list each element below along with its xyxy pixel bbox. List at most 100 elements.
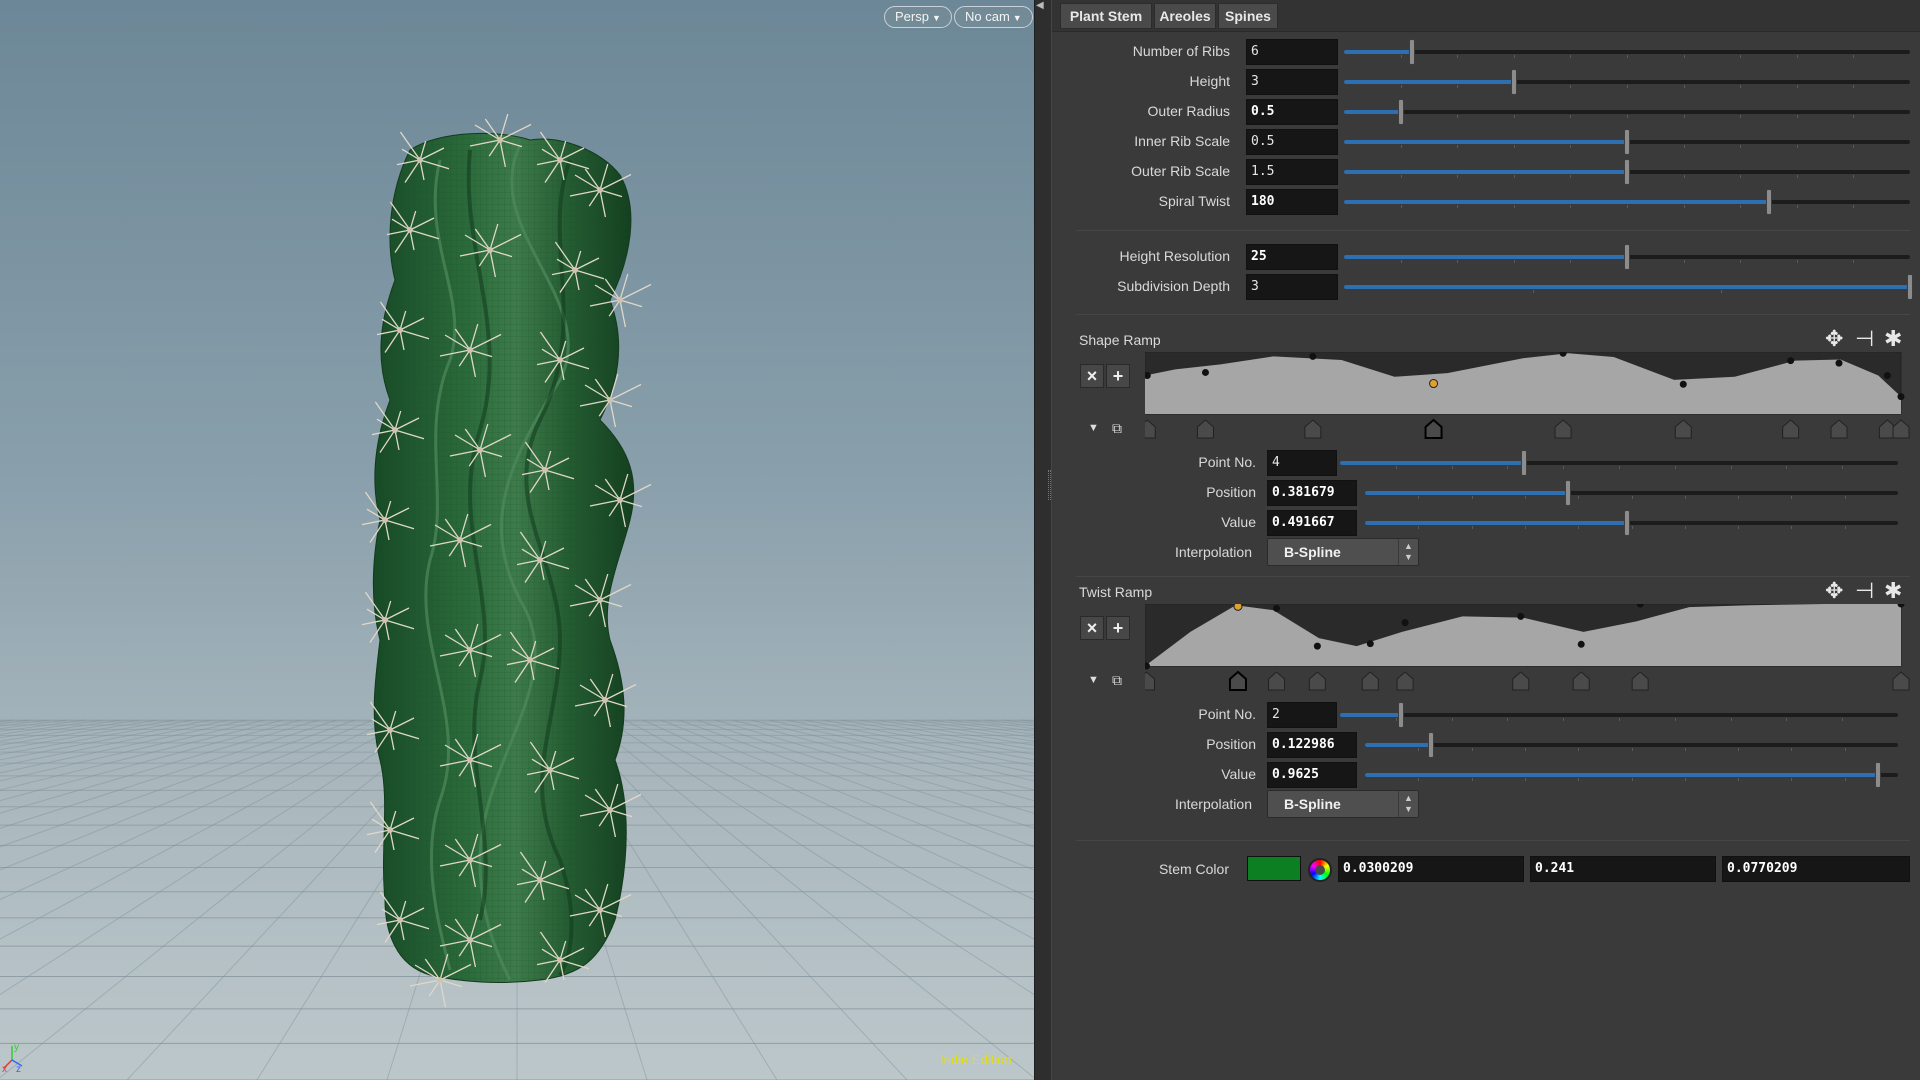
scene-viewport[interactable]: Persp ▼ No cam ▼ Indie Edition x y z (0, 0, 1034, 1080)
twist-ramp-control-point[interactable] (1233, 604, 1243, 611)
number-of-ribs-slider[interactable] (1344, 39, 1910, 65)
shape-ramp-key-marker[interactable] (1554, 419, 1572, 439)
outer-rib-scale-handle[interactable] (1624, 159, 1630, 185)
stem-color-b-field[interactable]: 0.0770209 (1722, 856, 1910, 882)
ramp-settings-icon[interactable]: ✱ (1884, 328, 1902, 350)
tab-spines[interactable]: Spines (1218, 3, 1278, 29)
twist-ramp-key-marker[interactable] (1572, 671, 1590, 691)
move-point-icon[interactable]: ✥ (1825, 580, 1843, 602)
subdivision-depth-handle[interactable] (1907, 274, 1913, 300)
twist-ramp-position-slider[interactable] (1365, 732, 1898, 758)
twist-ramp-control-point[interactable] (1366, 640, 1374, 648)
collapse-arrow-icon[interactable]: ◀ (1036, 0, 1048, 12)
height-resolution-slider[interactable] (1344, 244, 1910, 270)
twist-ramp-control-point[interactable] (1313, 642, 1321, 650)
outer-radius-handle[interactable] (1397, 99, 1404, 125)
twist-ramp-key-marker[interactable] (1892, 671, 1910, 691)
move-point-icon[interactable]: ✥ (1825, 328, 1843, 350)
height-handle[interactable] (1510, 69, 1517, 95)
shape-ramp-interpolation-select[interactable]: B-Spline ▲ ▼ (1267, 538, 1419, 566)
shape-ramp-point-no-slider[interactable] (1340, 450, 1898, 476)
outer-radius-field[interactable]: 0.5 (1246, 99, 1338, 125)
twist-ramp-position-field[interactable]: 0.122986 (1267, 732, 1357, 758)
twist-ramp-key-marker[interactable] (1145, 671, 1156, 691)
twist-ramp-add-button[interactable]: + (1106, 616, 1130, 640)
shape-ramp-key-marker[interactable] (1145, 419, 1156, 439)
twist-ramp-control-point[interactable] (1577, 640, 1585, 648)
shape-ramp-control-point[interactable] (1835, 359, 1843, 367)
twist-ramp-key-marker[interactable] (1308, 671, 1326, 691)
twist-ramp-key-marker[interactable] (1631, 671, 1649, 691)
twist-ramp-key-marker[interactable] (1512, 671, 1530, 691)
twist-ramp-control-point[interactable] (1273, 604, 1281, 612)
ramp-settings-icon[interactable]: ✱ (1884, 580, 1902, 602)
height-resolution-field[interactable]: 25 (1246, 244, 1338, 270)
expand-ramp-icon[interactable]: ⧉ (1112, 420, 1122, 437)
shape-ramp-key-marker[interactable] (1782, 419, 1800, 439)
shape-ramp-control-point[interactable] (1787, 357, 1795, 365)
subdivision-depth-slider[interactable] (1344, 274, 1913, 300)
pane-divider[interactable] (1034, 0, 1052, 1080)
shape-ramp-position-field[interactable]: 0.381679 (1267, 480, 1357, 506)
shape-ramp-value-field[interactable]: 0.491667 (1267, 510, 1357, 536)
shape-ramp-point-no-handle[interactable] (1521, 450, 1528, 476)
shape-ramp-key-marker[interactable] (1830, 419, 1848, 439)
twist-ramp-control-point[interactable] (1517, 612, 1525, 620)
shape-ramp-key-marker[interactable] (1304, 419, 1322, 439)
spiral-twist-slider[interactable] (1344, 189, 1910, 215)
twist-ramp-point-no-field[interactable]: 2 (1267, 702, 1337, 728)
shape-ramp-position-slider[interactable] (1365, 480, 1898, 506)
twist-ramp-interpolation-select[interactable]: B-Spline ▲ ▼ (1267, 790, 1419, 818)
outer-rib-scale-slider[interactable] (1344, 159, 1910, 185)
shape-ramp-key-marker[interactable] (1674, 419, 1692, 439)
twist-ramp-point-no-handle[interactable] (1398, 702, 1405, 728)
collapse-triangle-icon[interactable]: ▼ (1088, 422, 1099, 434)
color-wheel-icon[interactable] (1308, 858, 1332, 882)
twist-ramp-key-marker[interactable] (1268, 671, 1286, 691)
camera-menu[interactable]: Persp ▼ (884, 6, 952, 28)
shape-ramp-control-point[interactable] (1897, 393, 1905, 401)
twist-ramp-key-marker[interactable] (1396, 671, 1414, 691)
insert-point-icon[interactable]: ⊣ (1855, 580, 1874, 602)
insert-point-icon[interactable]: ⊣ (1855, 328, 1874, 350)
collapse-triangle-icon[interactable]: ▼ (1088, 674, 1099, 686)
shape-ramp-control-point[interactable] (1309, 352, 1317, 360)
twist-ramp-value-slider[interactable] (1365, 762, 1898, 788)
twist-ramp-key-marker[interactable] (1228, 670, 1247, 691)
shape-ramp-key-marker[interactable] (1424, 418, 1443, 439)
shape-ramp-position-handle[interactable] (1565, 480, 1572, 506)
cam-menu[interactable]: No cam ▼ (954, 6, 1033, 28)
twist-ramp-editor[interactable] (1145, 604, 1911, 700)
number-of-ribs-handle[interactable] (1408, 39, 1415, 65)
spiral-twist-field[interactable]: 180 (1246, 189, 1338, 215)
stem-color-swatch[interactable] (1247, 856, 1301, 881)
shape-ramp-value-handle[interactable] (1624, 510, 1631, 536)
pane-grip[interactable] (1048, 470, 1051, 500)
inner-rib-scale-slider[interactable] (1344, 129, 1910, 155)
tab-areoles[interactable]: Areoles (1154, 3, 1216, 29)
twist-ramp-value-field[interactable]: 0.9625 (1267, 762, 1357, 788)
number-of-ribs-field[interactable]: 6 (1246, 39, 1338, 65)
twist-ramp-delete-button[interactable]: × (1080, 616, 1104, 640)
stem-color-g-field[interactable]: 0.241 (1530, 856, 1716, 882)
spiral-twist-handle[interactable] (1765, 189, 1772, 215)
height-field[interactable]: 3 (1246, 69, 1338, 95)
twist-ramp-position-handle[interactable] (1427, 732, 1434, 758)
shape-ramp-add-button[interactable]: + (1106, 364, 1130, 388)
twist-ramp-key-marker[interactable] (1361, 671, 1379, 691)
stem-color-r-field[interactable]: 0.0300209 (1338, 856, 1524, 882)
height-slider[interactable] (1344, 69, 1910, 95)
shape-ramp-control-point[interactable] (1429, 379, 1439, 389)
twist-ramp-value-handle[interactable] (1875, 762, 1881, 788)
shape-ramp-key-marker[interactable] (1892, 419, 1910, 439)
height-resolution-handle[interactable] (1624, 244, 1630, 270)
tab-plant-stem[interactable]: Plant Stem (1060, 3, 1152, 29)
shape-ramp-control-point[interactable] (1679, 380, 1687, 388)
outer-radius-slider[interactable] (1344, 99, 1910, 125)
shape-ramp-control-point[interactable] (1201, 368, 1209, 376)
shape-ramp-delete-button[interactable]: × (1080, 364, 1104, 388)
shape-ramp-value-slider[interactable] (1365, 510, 1898, 536)
shape-ramp-control-point[interactable] (1883, 372, 1891, 380)
inner-rib-scale-handle[interactable] (1624, 129, 1630, 155)
inner-rib-scale-field[interactable]: 0.5 (1246, 129, 1338, 155)
